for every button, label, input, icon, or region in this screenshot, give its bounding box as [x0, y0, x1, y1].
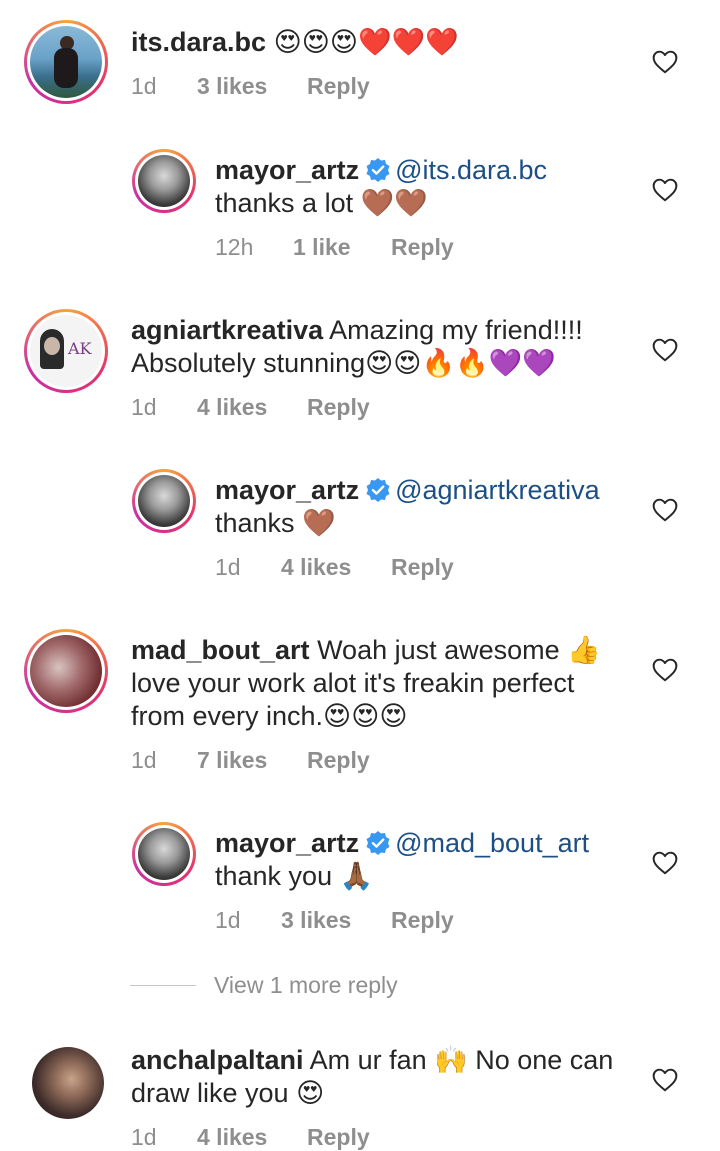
verified-badge-icon	[365, 830, 391, 856]
verified-badge-icon	[365, 477, 391, 503]
comment-time: 1d	[131, 747, 157, 773]
comment-likes[interactable]: 4 likes	[197, 394, 307, 421]
comment-text: love your work alot it's freakin perfect	[131, 668, 575, 698]
mention-link[interactable]: @mad_bout_art	[395, 828, 589, 858]
view-more-replies-label: View 1 more reply	[214, 972, 398, 998]
heart-outline-icon[interactable]	[652, 658, 678, 682]
avatar	[30, 635, 102, 707]
comment-username[interactable]: agniartkreativa	[131, 315, 323, 345]
avatar-story-ring[interactable]	[24, 20, 108, 104]
comment-likes[interactable]: 3 likes	[197, 73, 307, 100]
avatar[interactable]	[32, 1047, 104, 1119]
comment-time: 1d	[131, 73, 157, 99]
comment-username[interactable]: anchalpaltani	[131, 1045, 304, 1075]
view-more-replies-button[interactable]: View 1 more reply	[130, 972, 398, 999]
heart-outline-icon[interactable]	[652, 338, 678, 362]
mention-link[interactable]: @agniartkreativa	[395, 475, 600, 505]
reply-button[interactable]: Reply	[391, 554, 454, 581]
comment-time: 1d	[131, 394, 157, 420]
avatar-story-ring[interactable]	[24, 629, 108, 713]
comment-text: thanks	[215, 508, 295, 538]
mention-link[interactable]: @its.dara.bc	[395, 155, 547, 185]
comment-time: 12h	[215, 234, 254, 260]
comment-emojis: 😍😍😍❤️❤️❤️	[273, 27, 459, 57]
comment-username[interactable]: mayor_artz	[215, 828, 359, 858]
comment-time: 1d	[215, 554, 241, 580]
avatar-story-ring[interactable]	[132, 469, 196, 533]
comment-emojis: 😍😍🔥🔥💜💜	[365, 348, 556, 378]
comment-text: Absolutely stunning	[131, 348, 366, 378]
heart-outline-icon[interactable]	[652, 851, 678, 875]
comment-emojis: 🤎🤎	[360, 188, 428, 218]
avatar	[138, 475, 190, 527]
avatar	[138, 155, 190, 207]
reply-button[interactable]: Reply	[307, 73, 370, 100]
comment-text: draw like you 😍	[131, 1078, 325, 1108]
comment-text: Amazing my friend!!!!	[329, 315, 583, 345]
heart-outline-icon[interactable]	[652, 50, 678, 74]
comment-text: thank you 🙏🏾	[215, 861, 374, 891]
comment-username[interactable]: mayor_artz	[215, 155, 359, 185]
comment-text: Am ur fan 🙌 No one can	[309, 1045, 614, 1075]
comment-username[interactable]: its.dara.bc	[131, 27, 266, 57]
verified-badge-icon	[365, 157, 391, 183]
avatar	[30, 26, 102, 98]
comment-likes[interactable]: 4 likes	[197, 1124, 307, 1151]
comment-text: Woah just awesome 👍	[317, 635, 601, 665]
avatar-story-ring[interactable]	[132, 149, 196, 213]
avatar	[138, 828, 190, 880]
comment-time: 1d	[131, 1124, 157, 1150]
comment-likes[interactable]: 1 like	[293, 234, 391, 261]
comment-text: thanks a lot	[215, 188, 354, 218]
comment-likes[interactable]: 3 likes	[281, 907, 391, 934]
comment-emojis: 🤎	[302, 508, 336, 538]
comment-likes[interactable]: 7 likes	[197, 747, 307, 774]
heart-outline-icon[interactable]	[652, 498, 678, 522]
heart-outline-icon[interactable]	[652, 178, 678, 202]
reply-button[interactable]: Reply	[391, 234, 454, 261]
comment-time: 1d	[215, 907, 241, 933]
comment-text: from every inch.😍😍😍	[131, 701, 408, 731]
reply-button[interactable]: Reply	[307, 1124, 370, 1151]
avatar: AK	[30, 315, 102, 387]
reply-button[interactable]: Reply	[307, 394, 370, 421]
heart-outline-icon[interactable]	[652, 1068, 678, 1092]
reply-button[interactable]: Reply	[307, 747, 370, 774]
comment-username[interactable]: mad_bout_art	[131, 635, 310, 665]
comment-likes[interactable]: 4 likes	[281, 554, 391, 581]
divider-line	[130, 984, 196, 987]
comment-username[interactable]: mayor_artz	[215, 475, 359, 505]
avatar-story-ring[interactable]	[132, 822, 196, 886]
reply-button[interactable]: Reply	[391, 907, 454, 934]
avatar-story-ring[interactable]: AK	[24, 309, 108, 393]
